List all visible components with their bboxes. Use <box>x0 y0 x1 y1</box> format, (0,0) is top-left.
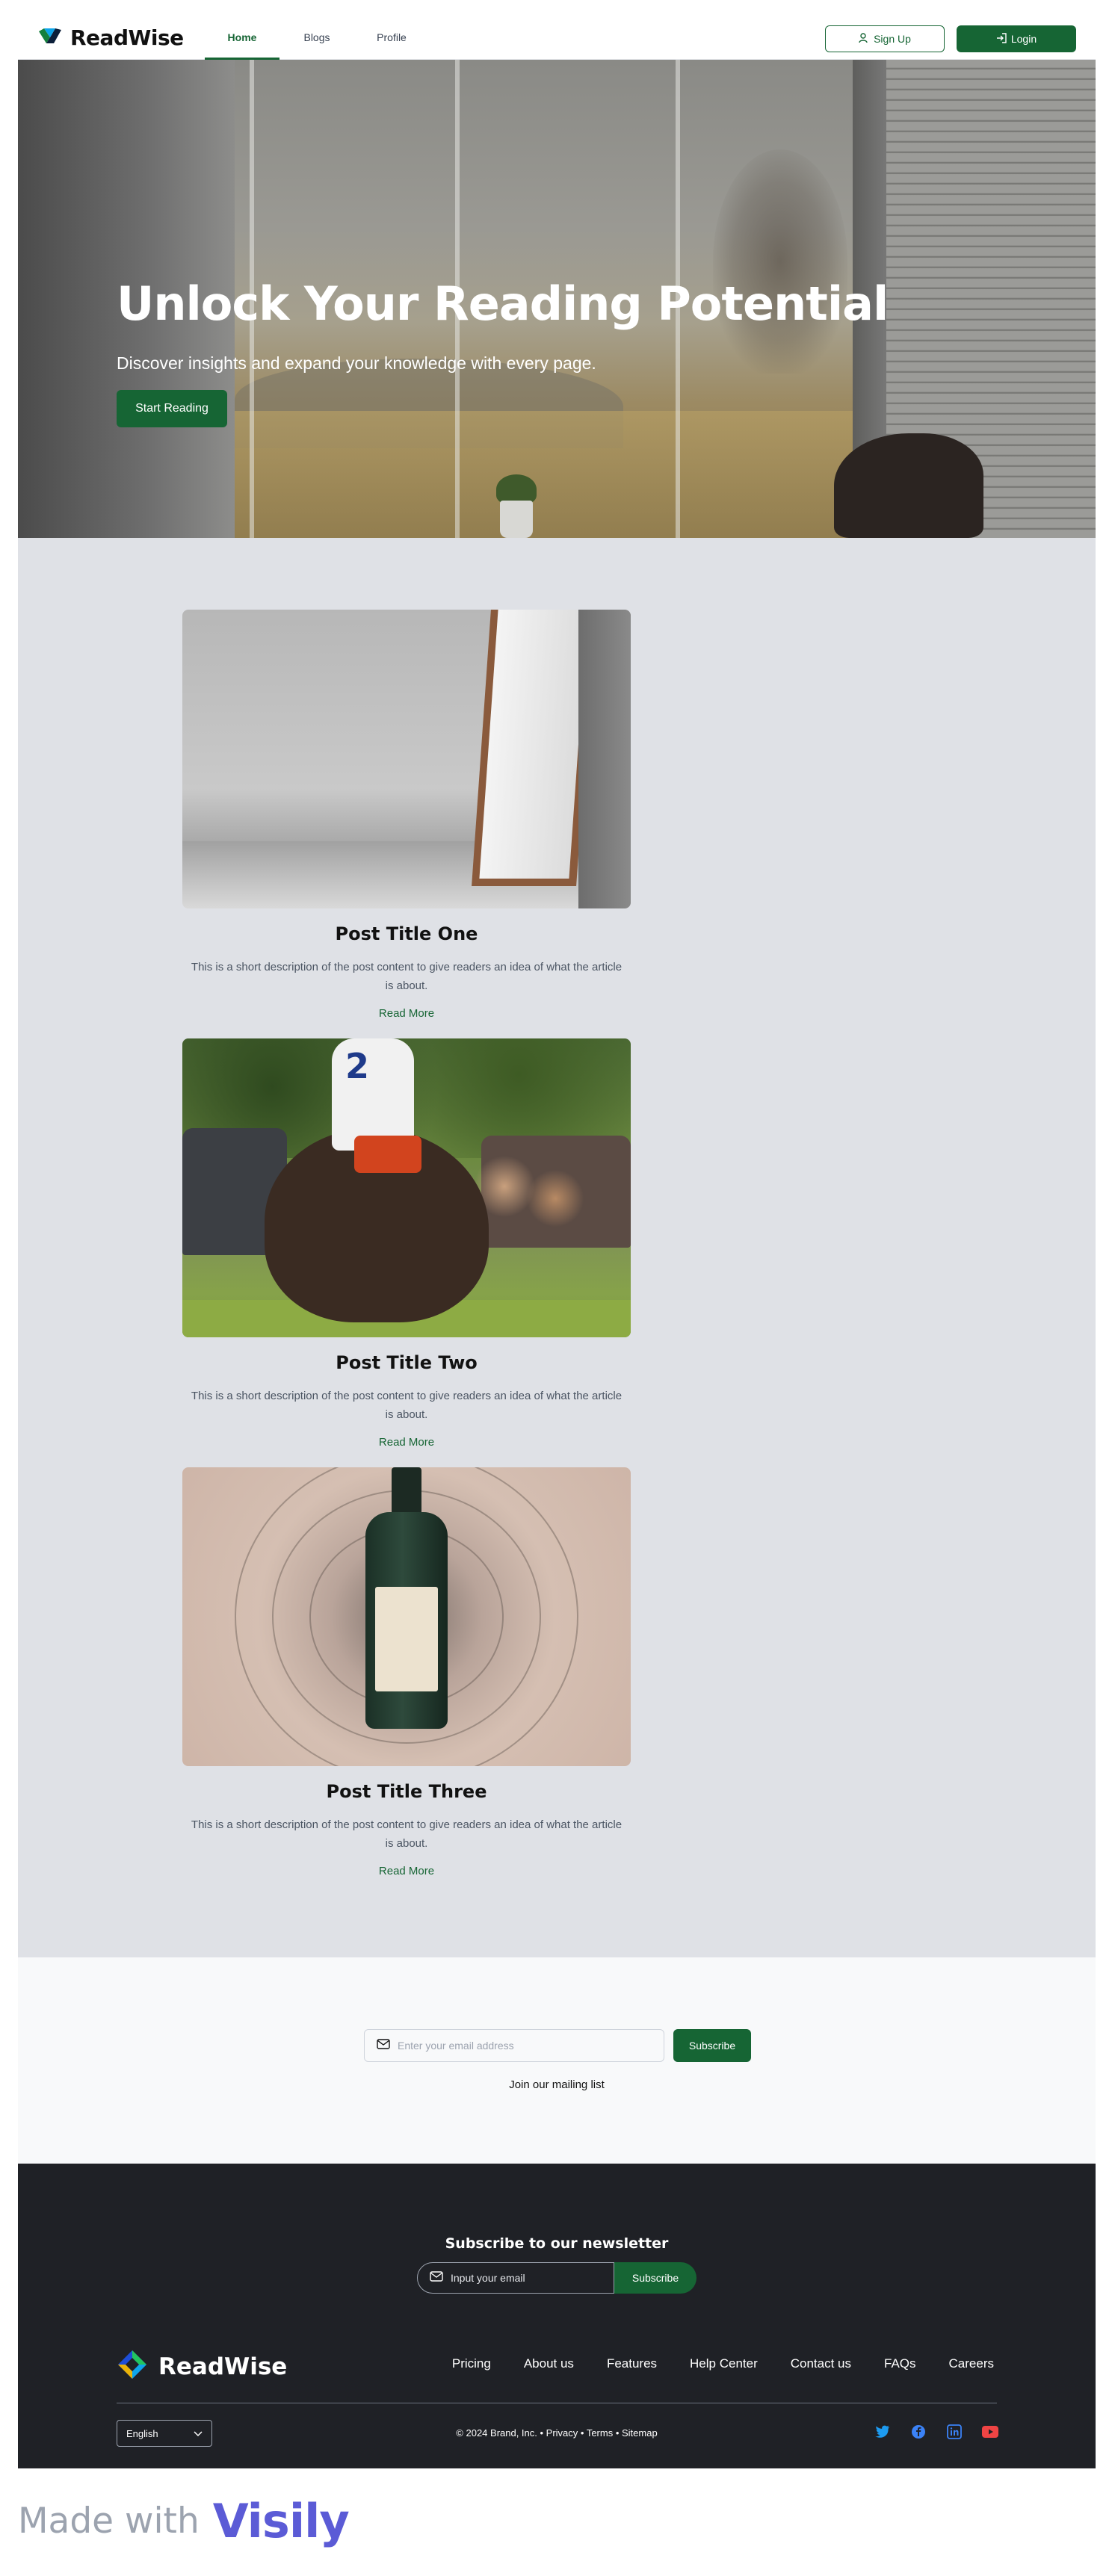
email-field[interactable] <box>364 2029 664 2062</box>
email-input[interactable] <box>398 2040 644 2052</box>
signup-label: Sign Up <box>874 33 911 45</box>
made-with-text: Made with <box>18 2501 200 2542</box>
linkedin-icon[interactable] <box>946 2424 963 2440</box>
post-description: This is a short description of the post … <box>191 1818 623 1850</box>
newsletter-form: Subscribe <box>417 2262 696 2294</box>
facebook-icon[interactable] <box>910 2424 927 2440</box>
post-image[interactable] <box>182 1467 631 1766</box>
newsletter-subscribe-button[interactable]: Subscribe <box>614 2262 696 2294</box>
nav-link-home[interactable]: Home <box>205 15 279 60</box>
signup-button[interactable]: Sign Up <box>825 25 945 52</box>
posts-section: Post Title One This is a short descripti… <box>18 538 1096 1957</box>
post-description: This is a short description of the post … <box>191 961 623 992</box>
mail-icon <box>430 2270 443 2285</box>
user-add-icon <box>859 32 869 46</box>
footer-link-faqs[interactable]: FAQs <box>884 2356 916 2371</box>
post-card: Post Title Three This is a short descrip… <box>182 1467 631 1878</box>
post-card: Post Title One This is a short descripti… <box>182 610 631 1021</box>
footer-brand[interactable]: ReadWise <box>117 2349 287 2384</box>
newsletter-email-field[interactable] <box>417 2262 614 2294</box>
brand-name: ReadWise <box>70 25 184 50</box>
hero-subtitle: Discover insights and expand your knowle… <box>117 353 596 373</box>
footer: Subscribe to our newsletter Subscribe <box>18 2164 1096 2468</box>
subscribe-button[interactable]: Subscribe <box>673 2029 751 2062</box>
hero-section: Unlock Your Reading Potential Discover i… <box>18 60 1096 538</box>
made-with-badge[interactable]: Made with Visily <box>18 2494 350 2548</box>
read-more-link[interactable]: Read More <box>379 1007 434 1020</box>
footer-link-careers[interactable]: Careers <box>949 2356 994 2371</box>
social-links <box>874 2424 998 2440</box>
mailing-list-label: Join our mailing list <box>509 2078 605 2091</box>
post-title[interactable]: Post Title Two <box>182 1352 631 1373</box>
post-description: This is a short description of the post … <box>191 1390 623 1421</box>
login-label: Login <box>1010 33 1037 45</box>
footer-link-about-us[interactable]: About us <box>524 2356 574 2371</box>
nav-link-blogs[interactable]: Blogs <box>279 15 354 60</box>
post-image[interactable] <box>182 610 631 908</box>
main-nav: Home Blogs Profile <box>205 15 429 60</box>
start-reading-button[interactable]: Start Reading <box>117 390 227 427</box>
footer-nav: Pricing About us Features Help Center Co… <box>452 2356 994 2371</box>
brand[interactable]: ReadWise <box>37 25 184 50</box>
footer-brand-name: ReadWise <box>158 2353 288 2380</box>
hero-title: Unlock Your Reading Potential <box>117 276 889 331</box>
page: ReadWise Home Blogs Profile Sign Up Logi… <box>18 15 1096 2468</box>
brand-logo-icon <box>117 2349 148 2384</box>
top-nav: ReadWise Home Blogs Profile Sign Up Logi… <box>18 15 1096 60</box>
post-title[interactable]: Post Title Three <box>182 1781 631 1802</box>
read-more-link[interactable]: Read More <box>379 1865 434 1877</box>
newsletter-email-input[interactable] <box>451 2272 608 2284</box>
post-card: 2 Post Title Two This is a short descrip… <box>182 1038 631 1449</box>
post-image[interactable]: 2 <box>182 1038 631 1337</box>
login-icon <box>996 32 1007 46</box>
footer-link-pricing[interactable]: Pricing <box>452 2356 491 2371</box>
visily-logo: Visily <box>212 2494 350 2548</box>
mail-icon <box>377 2038 390 2053</box>
footer-link-help-center[interactable]: Help Center <box>690 2356 758 2371</box>
post-title[interactable]: Post Title One <box>182 923 631 944</box>
brand-logo-icon <box>37 25 63 50</box>
login-button[interactable]: Login <box>957 25 1076 52</box>
footer-link-features[interactable]: Features <box>607 2356 657 2371</box>
mailing-list-section: Subscribe Join our mailing list <box>18 1957 1096 2164</box>
read-more-link[interactable]: Read More <box>379 1436 434 1449</box>
nav-link-profile[interactable]: Profile <box>354 15 429 60</box>
newsletter-title: Subscribe to our newsletter <box>445 2235 669 2252</box>
footer-link-contact-us[interactable]: Contact us <box>791 2356 851 2371</box>
hero-content: Unlock Your Reading Potential Discover i… <box>117 276 889 427</box>
youtube-icon[interactable] <box>982 2424 998 2440</box>
twitter-icon[interactable] <box>874 2424 891 2440</box>
